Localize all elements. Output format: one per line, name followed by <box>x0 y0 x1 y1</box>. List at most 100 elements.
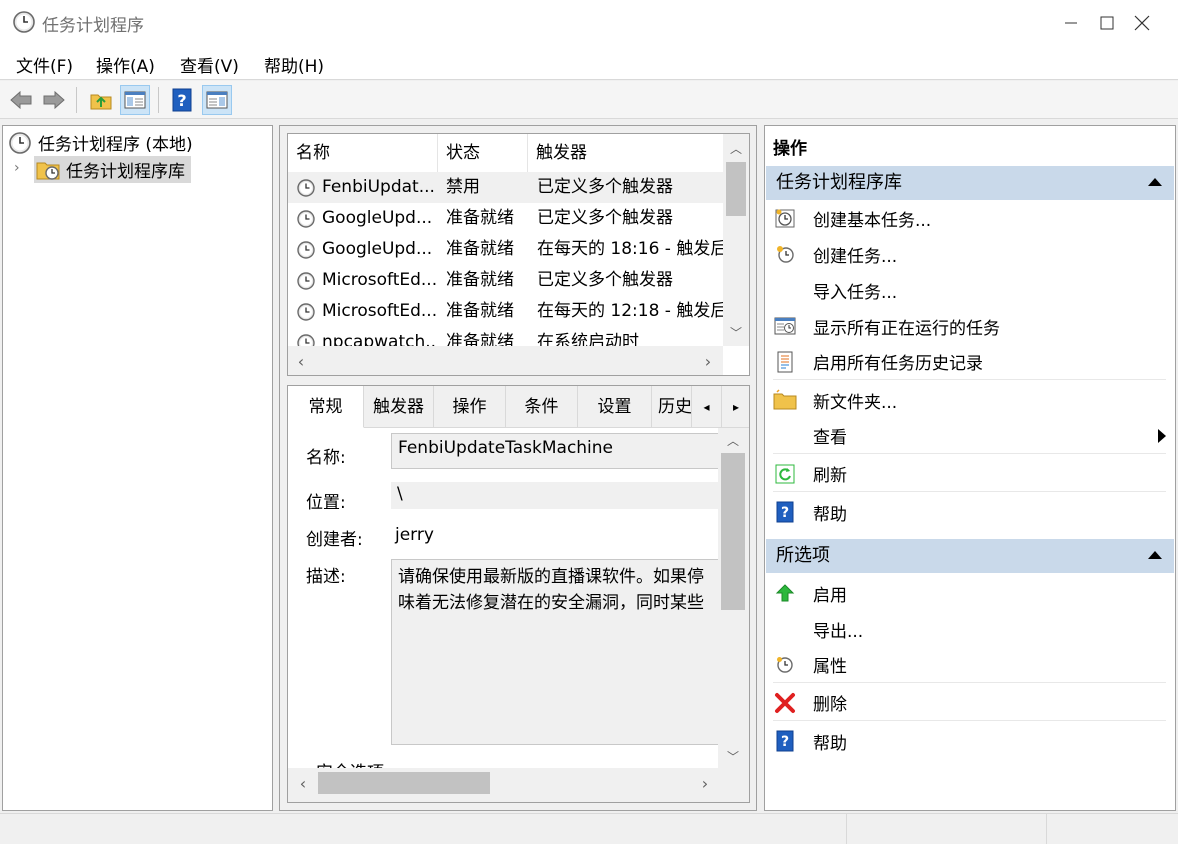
chevron-right-icon: ▸ <box>732 400 740 414</box>
action-label: 查看 <box>813 428 847 448</box>
tab-general[interactable]: 常规 <box>288 386 364 428</box>
panel-left-icon <box>124 91 146 109</box>
action-help[interactable]: ? 帮助 <box>773 494 1166 530</box>
expand-chevron-icon[interactable]: › <box>14 160 20 176</box>
show-hide-action-pane-button[interactable] <box>202 85 232 115</box>
tab-conditions[interactable]: 条件 <box>506 386 578 428</box>
details-vscrollbar[interactable]: ︿ ﹀ <box>718 428 749 768</box>
table-row[interactable]: MicrosoftEd... 准备就绪 已定义多个触发器 <box>288 265 723 296</box>
show-hide-tree-button[interactable] <box>120 85 150 115</box>
action-enable-history[interactable]: 启用所有任务历史记录 <box>773 344 1166 380</box>
section-selected-label: 所选项 <box>776 545 830 566</box>
task-name-cell: MicrosoftEd... <box>296 296 436 327</box>
scroll-thumb[interactable] <box>318 772 490 794</box>
close-button[interactable] <box>1107 0 1177 46</box>
actions-pane: 操作 任务计划程序库 创建基本任务... 创建任务... 导入任务... 显示所… <box>764 125 1176 811</box>
running-tasks-icon <box>773 314 797 338</box>
task-name-cell: FenbiUpdat... <box>296 172 436 203</box>
tab-scroll-left[interactable]: ◂ <box>692 386 722 428</box>
column-header-trigger[interactable]: 触发器 <box>528 134 723 172</box>
action-label: 帮助 <box>813 733 847 754</box>
close-icon <box>1134 15 1150 31</box>
task-status: 准备就绪 <box>446 270 514 290</box>
forward-button[interactable] <box>39 85 69 115</box>
scroll-thumb[interactable] <box>726 162 746 216</box>
new-folder-icon <box>773 388 797 412</box>
tab-history[interactable]: 历史 <box>652 386 692 428</box>
toolbar-separator <box>76 87 77 113</box>
clock-icon <box>9 131 31 154</box>
action-show-running-tasks[interactable]: 显示所有正在运行的任务 <box>773 308 1166 344</box>
scroll-thumb[interactable] <box>721 453 745 610</box>
task-status: 禁用 <box>446 177 480 197</box>
name-field[interactable]: FenbiUpdateTaskMachine <box>391 433 721 469</box>
window-title: 任务计划程序 <box>42 16 144 36</box>
table-row[interactable]: FenbiUpdat... 禁用 已定义多个触发器 <box>288 172 723 203</box>
menu-file[interactable]: 文件(F) <box>16 52 73 77</box>
label-name: 名称: <box>306 448 346 468</box>
status-divider <box>1046 814 1047 844</box>
task-trigger: 已定义多个触发器 <box>537 177 673 197</box>
blank-icon <box>773 278 797 302</box>
column-header-status[interactable]: 状态 <box>438 134 528 172</box>
section-selected-header[interactable]: 所选项 <box>766 539 1174 573</box>
action-delete[interactable]: 删除 <box>773 685 1166 721</box>
menu-help[interactable]: 帮助(H) <box>264 52 324 77</box>
action-label: 帮助 <box>813 504 847 525</box>
action-refresh[interactable]: 刷新 <box>773 456 1166 492</box>
clock-icon <box>13 11 35 33</box>
svg-text:?: ? <box>781 734 789 750</box>
task-list-vscrollbar[interactable]: ︿ ﹀ <box>723 134 749 346</box>
tab-settings[interactable]: 设置 <box>578 386 652 428</box>
tab-triggers[interactable]: 触发器 <box>364 386 434 428</box>
scroll-down-icon[interactable]: ﹀ <box>725 324 747 341</box>
action-import-task[interactable]: 导入任务... <box>773 272 1166 308</box>
menu-view[interactable]: 查看(V) <box>180 52 239 77</box>
properties-clock-icon <box>773 653 797 677</box>
action-new-folder[interactable]: 新文件夹... <box>773 382 1166 418</box>
action-view[interactable]: 查看 <box>773 418 1166 454</box>
action-create-basic-task[interactable]: 创建基本任务... <box>773 200 1166 236</box>
scroll-right-icon[interactable]: › <box>697 352 719 371</box>
action-export[interactable]: 导出... <box>773 611 1166 647</box>
action-create-task[interactable]: 创建任务... <box>773 236 1166 272</box>
help-icon: ? <box>172 88 192 112</box>
scroll-down-icon[interactable]: ﹀ <box>722 748 744 765</box>
scroll-left-icon[interactable]: ‹ <box>292 774 314 793</box>
folder-clock-icon <box>36 162 60 180</box>
help-button[interactable]: ? <box>167 85 197 115</box>
location-field[interactable]: \ <box>391 482 721 509</box>
tab-actions[interactable]: 操作 <box>434 386 506 428</box>
tree-library-label: 任务计划程序库 <box>66 162 185 182</box>
up-folder-button[interactable] <box>86 85 116 115</box>
action-properties[interactable]: 属性 <box>773 647 1166 683</box>
action-label: 导入任务... <box>813 282 898 303</box>
tree-root[interactable]: 任务计划程序 (本地) <box>8 130 193 155</box>
general-tab-content: 名称: FenbiUpdateTaskMachine 位置: \ 创建者: je… <box>288 428 721 783</box>
task-name: MicrosoftEd... <box>322 301 436 321</box>
menu-action[interactable]: 操作(A) <box>96 52 155 77</box>
task-list-hscrollbar[interactable]: ‹ › <box>288 346 723 375</box>
help-icon: ? <box>773 729 797 753</box>
tab-scroll-right[interactable]: ▸ <box>722 386 749 428</box>
section-library-header[interactable]: 任务计划程序库 <box>766 166 1174 200</box>
table-row[interactable]: GoogleUpd... 准备就绪 已定义多个触发器 <box>288 203 723 234</box>
actions-title: 操作 <box>773 139 807 159</box>
details-hscrollbar[interactable]: ‹ › <box>288 768 749 798</box>
column-header-name[interactable]: 名称 <box>288 134 438 172</box>
task-status: 准备就绪 <box>446 239 514 259</box>
collapse-triangle-icon <box>1148 551 1162 559</box>
back-button[interactable] <box>6 85 36 115</box>
scroll-left-icon[interactable]: ‹ <box>290 352 312 371</box>
scroll-up-icon[interactable]: ︿ <box>725 140 747 157</box>
table-row[interactable]: GoogleUpd... 准备就绪 在每天的 18:16 - 触发后 <box>288 234 723 265</box>
tree-item-library[interactable]: 任务计划程序库 <box>34 156 191 183</box>
scroll-up-icon[interactable]: ︿ <box>722 432 744 449</box>
description-field[interactable]: 请确保使用最新版的直播课软件。如果停 味着无法修复潜在的安全漏洞，同时某些 <box>391 559 721 745</box>
scroll-right-icon[interactable]: › <box>694 774 716 793</box>
svg-text:?: ? <box>177 91 186 110</box>
table-row[interactable]: MicrosoftEd... 准备就绪 在每天的 12:18 - 触发后 <box>288 296 723 327</box>
action-enable[interactable]: 启用 <box>773 575 1166 611</box>
action-help-selected[interactable]: ? 帮助 <box>773 723 1166 759</box>
folder-up-icon <box>90 94 112 110</box>
